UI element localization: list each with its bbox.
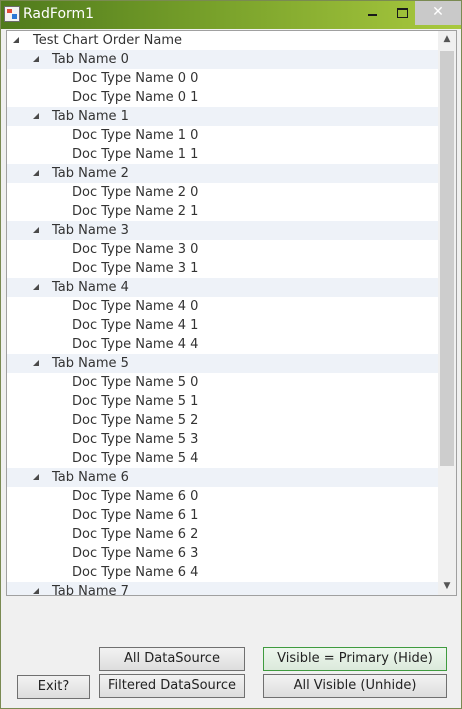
tree-item-label: Tab Name 1 (52, 109, 129, 124)
expand-collapse-icon[interactable] (33, 227, 39, 233)
tree-item-label: Doc Type Name 4 4 (72, 337, 199, 352)
tree-item-label: Tab Name 2 (52, 166, 129, 181)
tree-item-label: Tab Name 6 (52, 470, 129, 485)
scroll-up-icon: ▲ (443, 34, 451, 44)
tree-item-label: Doc Type Name 6 1 (72, 508, 199, 523)
tree-leaf-item[interactable]: Doc Type Name 6 2 (7, 525, 439, 544)
title-bar[interactable]: RadForm1 ✕ (1, 1, 461, 29)
vertical-scrollbar[interactable]: ▲ ▼ (438, 31, 456, 595)
tree-tab-node[interactable]: Tab Name 0 (7, 50, 439, 69)
maximize-button[interactable] (387, 1, 417, 25)
window-title: RadForm1 (23, 6, 95, 22)
minimize-button[interactable] (357, 1, 387, 25)
tree-view[interactable]: Test Chart Order Name Tab Name 0 Doc Type … (6, 30, 457, 596)
tree-leaf-item[interactable]: Doc Type Name 2 1 (7, 202, 439, 221)
tree-item-label: Tab Name 5 (52, 356, 129, 371)
main-window: RadForm1 ✕ Test Chart Order Name Tab Name… (0, 0, 462, 709)
tree-leaf-item[interactable]: Doc Type Name 6 4 (7, 563, 439, 582)
tree-item-label: Doc Type Name 4 1 (72, 318, 199, 333)
tree-item-label: Doc Type Name 5 2 (72, 413, 199, 428)
scroll-up-button[interactable]: ▲ (438, 31, 456, 48)
expand-collapse-icon[interactable] (33, 56, 39, 62)
tree-tab-node[interactable]: Tab Name 7 (7, 582, 439, 596)
tree-item-label: Tab Name 4 (52, 280, 129, 295)
tree-item-label: Doc Type Name 0 0 (72, 71, 199, 86)
tree-item-label: Doc Type Name 5 3 (72, 432, 199, 447)
tree-leaf-item[interactable]: Doc Type Name 6 3 (7, 544, 439, 563)
tree-leaf-item[interactable]: Doc Type Name 1 1 (7, 145, 439, 164)
close-icon: ✕ (432, 4, 444, 20)
tree-item-label: Doc Type Name 4 0 (72, 299, 199, 314)
tree-leaf-item[interactable]: Doc Type Name 3 1 (7, 259, 439, 278)
app-icon (4, 6, 20, 22)
tree-leaf-item[interactable]: Doc Type Name 6 0 (7, 487, 439, 506)
expand-collapse-icon[interactable] (33, 360, 39, 366)
expand-collapse-icon[interactable] (13, 37, 19, 43)
tree-item-label: Doc Type Name 6 2 (72, 527, 199, 542)
tree-tab-node[interactable]: Tab Name 1 (7, 107, 439, 126)
tree-leaf-item[interactable]: Doc Type Name 3 0 (7, 240, 439, 259)
tree-item-label: Doc Type Name 6 4 (72, 565, 199, 580)
visible-primary-hide-button[interactable]: Visible = Primary (Hide) (263, 647, 447, 671)
tree-leaf-item[interactable]: Doc Type Name 6 1 (7, 506, 439, 525)
all-datasource-button[interactable]: All DataSource (99, 647, 245, 671)
tree-item-label: Test Chart Order Name (33, 33, 183, 48)
expand-collapse-icon[interactable] (33, 170, 39, 176)
tree-item-label: Doc Type Name 5 0 (72, 375, 199, 390)
all-visible-unhide-button[interactable]: All Visible (Unhide) (263, 674, 447, 698)
close-button[interactable]: ✕ (415, 1, 461, 25)
tree-item-label: Doc Type Name 3 0 (72, 242, 199, 257)
tree-item-label: Doc Type Name 2 0 (72, 185, 199, 200)
tree-tab-node[interactable]: Tab Name 3 (7, 221, 439, 240)
tree-leaf-item[interactable]: Doc Type Name 5 1 (7, 392, 439, 411)
scroll-down-icon: ▼ (443, 581, 451, 591)
tree-item-label: Doc Type Name 2 1 (72, 204, 199, 219)
expand-collapse-icon[interactable] (33, 113, 39, 119)
tree-leaf-item[interactable]: Doc Type Name 1 0 (7, 126, 439, 145)
tree-leaf-item[interactable]: Doc Type Name 5 0 (7, 373, 439, 392)
tree-leaf-item[interactable]: Doc Type Name 4 4 (7, 335, 439, 354)
tree-item-label: Tab Name 0 (52, 52, 129, 67)
tree-item-label: Doc Type Name 5 4 (72, 451, 199, 466)
tree-root-node[interactable]: Test Chart Order Name (7, 31, 439, 50)
tree-leaf-item[interactable]: Doc Type Name 4 1 (7, 316, 439, 335)
tree-leaf-item[interactable]: Doc Type Name 0 1 (7, 88, 439, 107)
tree-item-label: Doc Type Name 1 0 (72, 128, 199, 143)
tree-item-label: Doc Type Name 1 1 (72, 147, 199, 162)
tree-tab-node[interactable]: Tab Name 5 (7, 354, 439, 373)
expand-collapse-icon[interactable] (33, 588, 39, 594)
expand-collapse-icon[interactable] (33, 284, 39, 290)
scroll-thumb[interactable] (440, 51, 454, 466)
tree-item-label: Doc Type Name 6 3 (72, 546, 199, 561)
tree-tab-node[interactable]: Tab Name 6 (7, 468, 439, 487)
scroll-down-button[interactable]: ▼ (438, 578, 456, 595)
tree-item-label: Doc Type Name 0 1 (72, 90, 199, 105)
tree-item-label: Tab Name 3 (52, 223, 129, 238)
expand-collapse-icon[interactable] (33, 474, 39, 480)
filtered-datasource-button[interactable]: Filtered DataSource (99, 674, 245, 698)
tree-item-label: Tab Name 7 (52, 584, 129, 596)
tree-leaf-item[interactable]: Doc Type Name 4 0 (7, 297, 439, 316)
tree-item-label: Doc Type Name 6 0 (72, 489, 199, 504)
tree-leaf-item[interactable]: Doc Type Name 5 2 (7, 411, 439, 430)
exit-button[interactable]: Exit? (17, 675, 90, 699)
tree-leaf-item[interactable]: Doc Type Name 5 3 (7, 430, 439, 449)
tree-tab-node[interactable]: Tab Name 4 (7, 278, 439, 297)
tree-tab-node[interactable]: Tab Name 2 (7, 164, 439, 183)
tree-leaf-item[interactable]: Doc Type Name 2 0 (7, 183, 439, 202)
tree-leaf-item[interactable]: Doc Type Name 5 4 (7, 449, 439, 468)
tree-item-label: Doc Type Name 5 1 (72, 394, 199, 409)
tree-item-label: Doc Type Name 3 1 (72, 261, 199, 276)
tree-leaf-item[interactable]: Doc Type Name 0 0 (7, 69, 439, 88)
